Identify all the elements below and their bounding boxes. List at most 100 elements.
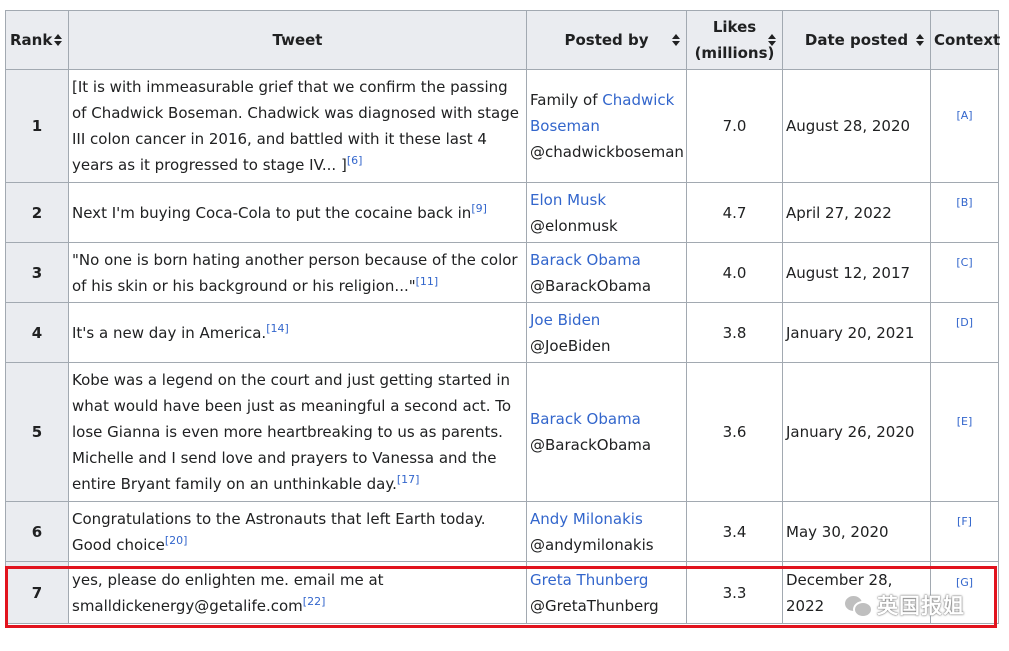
date-cell: April 27, 2022 bbox=[782, 182, 931, 243]
table-row: 1 [It is with immeasurable grief that we… bbox=[5, 69, 999, 183]
citation-link[interactable]: [6] bbox=[347, 154, 363, 167]
tweet-cell: Kobe was a legend on the court and just … bbox=[68, 362, 527, 502]
context-header-label: Context bbox=[934, 31, 1001, 49]
citation-link[interactable]: [20] bbox=[165, 534, 188, 547]
sort-icon[interactable] bbox=[54, 34, 62, 46]
tweet-text: It's a new day in America. bbox=[72, 323, 267, 342]
posted-by-cell: Andy Milonakis @andymilonakis bbox=[526, 501, 687, 562]
context-cell: [G] bbox=[930, 561, 999, 624]
citation-link[interactable]: [14] bbox=[266, 322, 289, 335]
rank-cell: 1 bbox=[5, 69, 69, 183]
poster-link[interactable]: Elon Musk bbox=[530, 191, 606, 209]
likes-cell: 4.0 bbox=[686, 242, 783, 303]
posted-by-cell: Joe Biden @JoeBiden bbox=[526, 302, 687, 363]
tweet-text: [It is with immeasurable grief that we c… bbox=[72, 78, 519, 174]
poster-handle: @GretaThunberg bbox=[530, 596, 659, 615]
citation-link[interactable]: [17] bbox=[397, 473, 420, 486]
tweet-header-label: Tweet bbox=[272, 31, 323, 49]
posted-by-cell: Greta Thunberg @GretaThunberg bbox=[526, 561, 687, 624]
tweet-text: Congratulations to the Astronauts that l… bbox=[72, 509, 486, 554]
likes-header[interactable]: Likes (millions) bbox=[686, 10, 783, 70]
rank-cell: 4 bbox=[5, 302, 69, 363]
likes-cell: 3.4 bbox=[686, 501, 783, 562]
context-note-link[interactable]: [F] bbox=[957, 515, 972, 528]
table-row: 6 Congratulations to the Astronauts that… bbox=[5, 501, 999, 562]
tweet-text: "No one is born hating another person be… bbox=[72, 250, 518, 295]
sort-icon[interactable] bbox=[916, 34, 924, 46]
poster-handle: @chadwickboseman bbox=[530, 143, 684, 161]
context-cell: [F] bbox=[930, 501, 999, 562]
poster-link[interactable]: Barack Obama bbox=[530, 251, 641, 269]
context-note-link[interactable]: [A] bbox=[956, 109, 972, 122]
date-cell: May 30, 2020 bbox=[782, 501, 931, 562]
posted-by-cell: Elon Musk @elonmusk bbox=[526, 182, 687, 243]
rank-cell: 2 bbox=[5, 182, 69, 243]
rank-cell: 5 bbox=[5, 362, 69, 502]
poster-prefix: Family of bbox=[530, 91, 603, 109]
tweet-cell: "No one is born hating another person be… bbox=[68, 242, 527, 303]
poster-handle: @BarackObama bbox=[530, 436, 652, 454]
poster-link[interactable]: Andy Milonakis bbox=[530, 510, 643, 528]
rank-cell: 3 bbox=[5, 242, 69, 303]
context-note-link[interactable]: [C] bbox=[956, 256, 972, 269]
likes-cell: 7.0 bbox=[686, 69, 783, 183]
context-cell: [A] bbox=[930, 69, 999, 183]
context-cell: [D] bbox=[930, 302, 999, 363]
header-row: Rank Tweet Posted by Likes (millions) Da… bbox=[5, 10, 1001, 70]
likes-cell: 3.6 bbox=[686, 362, 783, 502]
context-cell: [E] bbox=[930, 362, 999, 502]
tweet-cell: [It is with immeasurable grief that we c… bbox=[68, 69, 527, 183]
citation-link[interactable]: [9] bbox=[471, 202, 487, 215]
rank-cell: 6 bbox=[5, 501, 69, 562]
posted-by-cell: Barack Obama @BarackObama bbox=[526, 362, 687, 502]
date-cell: December 28, 2022 bbox=[782, 561, 931, 624]
tweet-cell: yes, please do enlighten me. email me at… bbox=[68, 561, 527, 624]
tweet-cell: It's a new day in America.[14] bbox=[68, 302, 527, 363]
rank-cell: 7 bbox=[5, 561, 69, 624]
wiki-table-container: Rank Tweet Posted by Likes (millions) Da… bbox=[5, 10, 1001, 624]
date-cell: August 12, 2017 bbox=[782, 242, 931, 303]
rank-header-label: Rank bbox=[10, 31, 53, 49]
poster-handle: @JoeBiden bbox=[530, 336, 611, 355]
context-note-link[interactable]: [B] bbox=[956, 196, 972, 209]
likes-cell: 3.3 bbox=[686, 561, 783, 624]
citation-link[interactable]: [22] bbox=[303, 595, 326, 608]
poster-link[interactable]: Barack Obama bbox=[530, 410, 641, 428]
poster-handle: @andymilonakis bbox=[530, 535, 654, 554]
tweet-text: yes, please do enlighten me. email me at… bbox=[72, 570, 384, 615]
tweet-text: Kobe was a legend on the court and just … bbox=[72, 371, 512, 493]
posted-by-header[interactable]: Posted by bbox=[526, 10, 687, 70]
date-header[interactable]: Date posted bbox=[782, 10, 931, 70]
poster-link[interactable]: Greta Thunberg bbox=[530, 571, 648, 589]
poster-link[interactable]: Joe Biden bbox=[530, 311, 600, 329]
likes-header-label-line1: Likes bbox=[712, 18, 757, 36]
likes-header-label-line2: (millions) bbox=[694, 44, 775, 62]
sort-icon[interactable] bbox=[672, 34, 680, 46]
context-header: Context bbox=[930, 10, 1001, 70]
poster-handle: @elonmusk bbox=[530, 216, 618, 235]
posted-by-cell: Family of Chadwick Boseman @chadwickbosem… bbox=[526, 69, 687, 183]
poster-handle: @BarackObama bbox=[530, 276, 652, 295]
date-cell: August 28, 2020 bbox=[782, 69, 931, 183]
table-row: 2 Next I'm buying Coca-Cola to put the c… bbox=[5, 182, 999, 243]
table-row: 3 "No one is born hating another person … bbox=[5, 242, 999, 303]
citation-link[interactable]: [11] bbox=[416, 275, 439, 288]
table-row: 5 Kobe was a legend on the court and jus… bbox=[5, 362, 999, 502]
context-note-link[interactable]: [E] bbox=[957, 415, 973, 428]
most-liked-tweets-table: Rank Tweet Posted by Likes (millions) Da… bbox=[5, 10, 1001, 624]
sort-icon[interactable] bbox=[768, 34, 776, 46]
context-note-link[interactable]: [G] bbox=[956, 576, 973, 589]
rank-header[interactable]: Rank bbox=[5, 10, 69, 70]
table-row: 4 It's a new day in America.[14] Joe Bid… bbox=[5, 302, 999, 363]
likes-cell: 3.8 bbox=[686, 302, 783, 363]
table-row: 7 yes, please do enlighten me. email me … bbox=[5, 561, 999, 624]
context-cell: [C] bbox=[930, 242, 999, 303]
tweet-cell: Congratulations to the Astronauts that l… bbox=[68, 501, 527, 562]
tweet-header: Tweet bbox=[68, 10, 527, 70]
context-note-link[interactable]: [D] bbox=[956, 316, 973, 329]
date-cell: January 26, 2020 bbox=[782, 362, 931, 502]
posted-by-header-label: Posted by bbox=[564, 31, 649, 49]
tweet-text: Next I'm buying Coca-Cola to put the coc… bbox=[72, 203, 472, 222]
posted-by-cell: Barack Obama @BarackObama bbox=[526, 242, 687, 303]
context-cell: [B] bbox=[930, 182, 999, 243]
